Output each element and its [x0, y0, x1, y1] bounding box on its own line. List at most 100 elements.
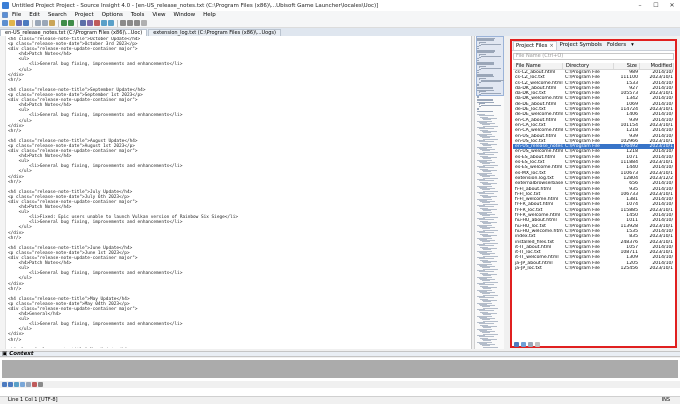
cursor-position: Line 1 Col 1 [UTF-8]: [8, 397, 58, 403]
menu-view[interactable]: View: [148, 11, 169, 19]
stop-icon[interactable]: [32, 382, 37, 387]
maximize-button[interactable]: ☐: [648, 0, 664, 11]
add-file-icon[interactable]: [521, 341, 526, 347]
menu-help[interactable]: Help: [199, 11, 220, 19]
overview-line: [483, 216, 498, 218]
tab-extension-log[interactable]: extension_log.txt (C:\Program Files (x86…: [148, 29, 281, 36]
overview-line: [483, 294, 498, 296]
home-icon[interactable]: [14, 382, 19, 387]
tabs-dropdown[interactable]: ▾: [629, 41, 636, 50]
jump-back-icon[interactable]: [101, 20, 107, 26]
sync-icon[interactable]: [514, 341, 519, 347]
overview-line: [479, 69, 481, 71]
file-name-filter-input[interactable]: File Name (Ctrl+O): [513, 53, 674, 60]
menu-search[interactable]: Search: [44, 11, 71, 19]
copy-icon[interactable]: [42, 20, 48, 26]
overview-line: [483, 164, 498, 166]
overview-line: [481, 44, 502, 45]
menu-edit[interactable]: Edit: [25, 11, 44, 19]
paste-icon[interactable]: [49, 20, 55, 26]
directory-cell: C:\Program File: [565, 265, 600, 271]
overview-line: [479, 94, 481, 96]
symbol-window-icon[interactable]: [120, 20, 126, 26]
overview-line: [483, 151, 498, 153]
overview-line: [481, 68, 502, 69]
context-window-header: ▣ Context: [0, 351, 680, 357]
close-button[interactable]: ✕: [664, 0, 680, 11]
overview-line: [483, 268, 498, 270]
context-window-body[interactable]: [2, 360, 678, 378]
jump-forward-icon[interactable]: [108, 20, 114, 26]
toolbar-separator: [58, 19, 59, 27]
menu-options[interactable]: Options: [98, 11, 127, 19]
overview-line: [483, 177, 498, 179]
settings-icon[interactable]: [141, 20, 147, 26]
overview-line: [483, 138, 498, 140]
overview-line: [481, 56, 502, 57]
overview-line: [479, 57, 481, 59]
minimize-button[interactable]: –: [632, 0, 648, 11]
context-options-icon[interactable]: [26, 382, 31, 387]
overview-line: [483, 281, 498, 283]
overview-line: [479, 106, 481, 108]
column-file-name[interactable]: File Name: [513, 63, 563, 69]
cut-icon[interactable]: [35, 20, 41, 26]
menu-tools[interactable]: Tools: [127, 11, 149, 19]
column-size[interactable]: Size: [614, 63, 640, 69]
context-window-icon[interactable]: [127, 20, 133, 26]
overview-line: [477, 111, 494, 113]
menu-window[interactable]: Window: [169, 11, 199, 19]
tab-release-notes[interactable]: en-US_release_notes.txt (C:\Program File…: [0, 29, 148, 36]
file-rows: cs-CZ_about.html C:\Program File 989 2014/1…: [513, 70, 674, 271]
tab-project-files[interactable]: Project Files ×: [513, 41, 557, 50]
modified-cell: 2023/10/1: [649, 265, 673, 271]
save-all-icon[interactable]: [23, 20, 29, 26]
project-window-footer: [513, 341, 674, 347]
document-overview[interactable]: [474, 36, 505, 349]
overview-line: [483, 346, 498, 348]
new-file-icon[interactable]: [2, 20, 8, 26]
close-icon[interactable]: ×: [549, 42, 553, 51]
project-window-tabs: Project Files × Project Symbols Folders ▾: [512, 41, 675, 51]
menu-file[interactable]: File: [8, 11, 25, 19]
redo-icon[interactable]: [68, 20, 74, 26]
overview-line: [477, 47, 479, 49]
tab-project-symbols[interactable]: Project Symbols: [558, 41, 604, 50]
toolbar-separator: [32, 19, 33, 27]
overview-line: [481, 81, 502, 83]
overview-line: [477, 108, 479, 110]
toolbar: [0, 19, 680, 28]
back-icon[interactable]: [2, 382, 7, 387]
overview-line: [483, 320, 498, 322]
overview-line: [477, 71, 479, 73]
overview-line: [477, 96, 479, 98]
file-name-cell: ja-JP_loc.txt: [515, 265, 542, 271]
column-modified[interactable]: Modified: [640, 63, 674, 69]
relation-window-icon[interactable]: [134, 20, 140, 26]
context-toolbar: [0, 381, 680, 388]
lock-icon[interactable]: [20, 382, 25, 387]
forward-icon[interactable]: [8, 382, 13, 387]
app-icon: [2, 2, 9, 9]
filter-icon[interactable]: [535, 341, 540, 347]
zoom-icon[interactable]: [38, 382, 43, 387]
options-icon[interactable]: [528, 341, 533, 347]
code-text[interactable]: <h4 class="release-note-title">October U…: [8, 37, 470, 348]
chevron-down-icon: ▾: [631, 42, 634, 48]
context-icon: ▣: [2, 350, 8, 357]
tab-folders[interactable]: Folders: [605, 41, 628, 50]
bookmark-icon[interactable]: [94, 20, 100, 26]
column-directory[interactable]: Directory: [563, 63, 614, 69]
search-icon[interactable]: [80, 20, 86, 26]
menu-project[interactable]: Project: [71, 11, 98, 19]
code-editor[interactable]: <h4 class="release-note-title">October U…: [0, 36, 472, 349]
file-row[interactable]: ja-JP_loc.txt C:\Program File 125456 2023/1…: [513, 266, 674, 271]
overview-line: [479, 82, 481, 84]
document-tabs: en-US_release_notes.txt (C:\Program File…: [0, 28, 680, 36]
editor-vertical-scrollbar[interactable]: [504, 36, 509, 349]
undo-icon[interactable]: [61, 20, 67, 26]
overview-line: [483, 203, 498, 205]
save-icon[interactable]: [16, 20, 22, 26]
open-folder-icon[interactable]: [9, 20, 15, 26]
search-project-icon[interactable]: [87, 20, 93, 26]
